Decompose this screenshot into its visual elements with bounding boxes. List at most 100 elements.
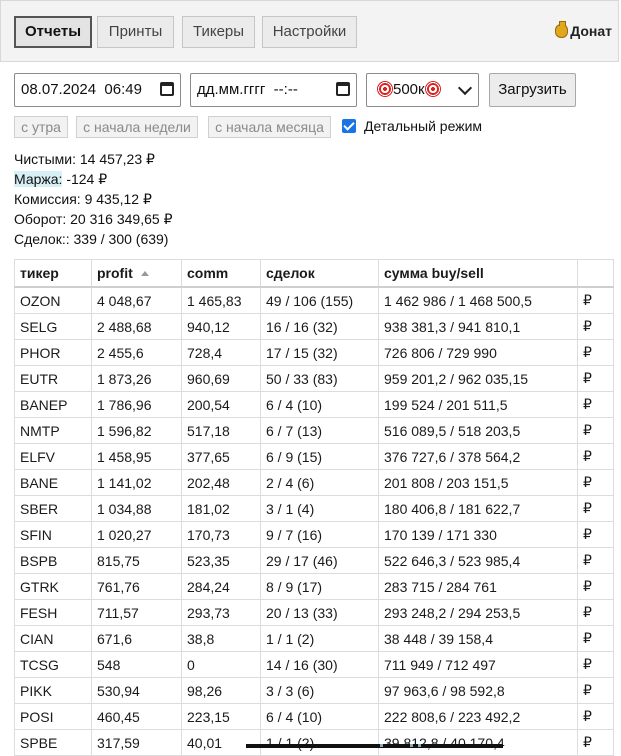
target-icon <box>424 81 441 97</box>
cell-ticker: PHOR <box>14 339 92 366</box>
cell-ticker: GTRK <box>14 573 92 600</box>
cell-comm: 293,73 <box>181 599 261 626</box>
quick-week-button[interactable]: с начала недели <box>76 116 198 138</box>
donate-link[interactable]: Донат <box>555 21 612 39</box>
column-header-ticker[interactable]: тикер <box>14 259 92 288</box>
cell-ticker: NMTP <box>14 417 92 444</box>
calendar-icon[interactable] <box>336 82 350 96</box>
volume-select-value: 500к <box>393 81 425 98</box>
cell-profit: 548 <box>91 651 182 678</box>
date-from-value: 08.07.2024 06:49 <box>21 81 142 98</box>
cell-currency: ₽ <box>577 651 614 678</box>
cell-deals: 6 / 7 (13) <box>260 417 379 444</box>
cell-currency: ₽ <box>577 521 614 548</box>
table-row: SFIN 1 020,27 170,73 9 / 7 (16) 170 139 / 17… <box>14 521 614 548</box>
cell-profit: 761,76 <box>91 573 182 600</box>
load-button[interactable]: Загрузить <box>489 73 576 107</box>
cell-sum: 959 201,2 / 962 035,15 <box>378 365 578 392</box>
cell-currency: ₽ <box>577 365 614 392</box>
tab-prints[interactable]: Принты <box>97 16 174 48</box>
target-icon <box>377 81 393 97</box>
table-row: NMTP 1 596,82 517,18 6 / 7 (13) 516 089,5 / … <box>14 417 614 444</box>
column-header-profit-label: profit <box>97 265 133 281</box>
money-bag-icon <box>555 21 569 38</box>
cell-comm: 523,35 <box>181 547 261 574</box>
cell-profit: 711,57 <box>91 599 182 626</box>
table-row: POSI 460,45 223,15 6 / 4 (10) 222 808,6 / 22… <box>14 703 614 730</box>
cell-profit: 4 048,67 <box>91 286 182 314</box>
date-to-placeholder: дд.мм.гггг --:-- <box>197 81 298 98</box>
cell-deals: 8 / 9 (17) <box>260 573 379 600</box>
cell-deals: 6 / 9 (15) <box>260 443 379 470</box>
column-header-comm[interactable]: comm <box>181 259 261 288</box>
cell-ticker: EUTR <box>14 365 92 392</box>
cell-currency: ₽ <box>577 391 614 418</box>
cell-comm: 1 465,83 <box>181 286 261 314</box>
cell-deals: 29 / 17 (46) <box>260 547 379 574</box>
cell-currency: ₽ <box>577 729 614 756</box>
date-to-input[interactable]: дд.мм.гггг --:-- <box>190 73 357 107</box>
cell-comm: 377,65 <box>181 443 261 470</box>
cell-ticker: SPBE <box>14 729 92 756</box>
table-row: PIKK 530,94 98,26 3 / 3 (6) 97 963,6 / 98 59… <box>14 677 614 704</box>
column-header-currency <box>577 259 614 288</box>
cell-deals: 17 / 15 (32) <box>260 339 379 366</box>
quick-morning-button[interactable]: с утра <box>14 116 68 138</box>
cell-profit: 1 034,88 <box>91 495 182 522</box>
cell-deals: 9 / 7 (16) <box>260 521 379 548</box>
cell-comm: 960,69 <box>181 365 261 392</box>
cell-currency: ₽ <box>577 599 614 626</box>
cell-sum: 516 089,5 / 518 203,5 <box>378 417 578 444</box>
cell-profit: 1 873,26 <box>91 365 182 392</box>
cell-comm: 38,8 <box>181 625 261 652</box>
cell-ticker: POSI <box>14 703 92 730</box>
table-row: SBER 1 034,88 181,02 3 / 1 (4) 180 406,8 / 1… <box>14 495 614 522</box>
cell-currency: ₽ <box>577 573 614 600</box>
volume-select[interactable]: 500к <box>366 73 479 107</box>
quick-month-button[interactable]: с начала месяца <box>208 116 331 138</box>
donate-label: Донат <box>570 23 612 39</box>
cell-sum: 180 406,8 / 181 622,7 <box>378 495 578 522</box>
cell-comm: 170,73 <box>181 521 261 548</box>
date-from-input[interactable]: 08.07.2024 06:49 <box>14 73 181 107</box>
cell-comm: 40,01 <box>181 729 261 756</box>
cell-ticker: BANE <box>14 469 92 496</box>
bottom-bar-dot <box>380 744 383 747</box>
tab-settings[interactable]: Настройки <box>262 16 357 48</box>
cell-sum: 522 646,3 / 523 985,4 <box>378 547 578 574</box>
column-header-sum[interactable]: сумма buy/sell <box>378 259 578 288</box>
cell-ticker: SELG <box>14 313 92 340</box>
cell-deals: 2 / 4 (6) <box>260 469 379 496</box>
cell-profit: 2 488,68 <box>91 313 182 340</box>
cell-ticker: TCSG <box>14 651 92 678</box>
margin-value: -124 ₽ <box>62 171 108 187</box>
tab-reports[interactable]: Отчеты <box>14 16 92 48</box>
cell-sum: 170 139 / 171 330 <box>378 521 578 548</box>
detailed-mode-label: Детальный режим <box>364 118 483 134</box>
column-header-profit[interactable]: profit <box>91 259 182 288</box>
top-nav: Отчеты Принты Тикеры Настройки Донат <box>0 0 619 62</box>
sort-asc-icon <box>140 271 149 276</box>
cell-currency: ₽ <box>577 625 614 652</box>
cell-sum: 726 806 / 729 990 <box>378 339 578 366</box>
table-row: BANE 1 141,02 202,48 2 / 4 (6) 201 808 / 203… <box>14 469 614 496</box>
cell-profit: 1 786,96 <box>91 391 182 418</box>
calendar-icon[interactable] <box>160 82 174 96</box>
cell-profit: 671,6 <box>91 625 182 652</box>
table-row: GTRK 761,76 284,24 8 / 9 (17) 283 715 / 284 … <box>14 573 614 600</box>
table-row: BANEP 1 786,96 200,54 6 / 4 (10) 199 524 / 2… <box>14 391 614 418</box>
table-row: OZON 4 048,67 1 465,83 49 / 106 (155) 1 462 … <box>14 286 614 314</box>
cell-deals: 20 / 13 (33) <box>260 599 379 626</box>
table-row: EUTR 1 873,26 960,69 50 / 33 (83) 959 201,2 … <box>14 365 614 392</box>
tab-tickers[interactable]: Тикеры <box>182 16 255 48</box>
cell-ticker: SFIN <box>14 521 92 548</box>
cell-ticker: PIKK <box>14 677 92 704</box>
detailed-mode-checkbox[interactable] <box>342 119 356 133</box>
cell-ticker: SBER <box>14 495 92 522</box>
cell-comm: 181,02 <box>181 495 261 522</box>
cell-ticker: BANEP <box>14 391 92 418</box>
cell-currency: ₽ <box>577 339 614 366</box>
column-header-deals[interactable]: сделок <box>260 259 379 288</box>
cell-comm: 284,24 <box>181 573 261 600</box>
cell-profit: 1 141,02 <box>91 469 182 496</box>
